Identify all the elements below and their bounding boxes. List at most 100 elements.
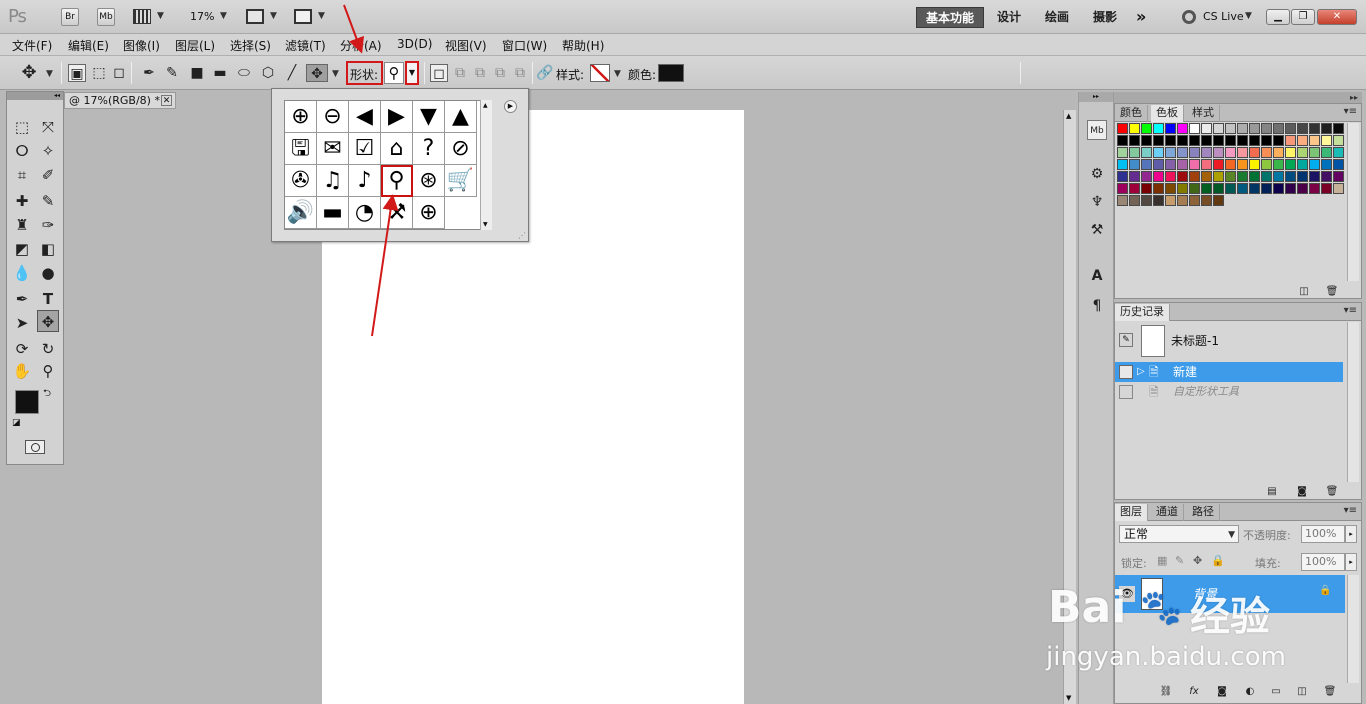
history-scrollbar[interactable] — [1347, 322, 1359, 482]
color-swatch-cell[interactable] — [1189, 147, 1200, 158]
color-swatch-cell[interactable] — [1333, 123, 1344, 134]
color-swatch-cell[interactable] — [1165, 195, 1176, 206]
color-swatch-cell[interactable] — [1153, 123, 1164, 134]
color-swatch-cell[interactable] — [1153, 195, 1164, 206]
color-swatch-cell[interactable] — [1249, 159, 1260, 170]
color-swatch-cell[interactable] — [1273, 147, 1284, 158]
color-swatch-cell[interactable] — [1249, 171, 1260, 182]
color-swatch-cell[interactable] — [1237, 159, 1248, 170]
color-swatch-cell[interactable] — [1177, 183, 1188, 194]
color-swatch-cell[interactable] — [1153, 135, 1164, 146]
history-item-custom-shape[interactable]: 🗎 自定形状工具 — [1115, 382, 1343, 402]
color-swatch-cell[interactable] — [1309, 171, 1320, 182]
color-swatch-cell[interactable] — [1297, 123, 1308, 134]
color-swatch-cell[interactable] — [1213, 183, 1224, 194]
character-panel-icon[interactable]: A — [1087, 266, 1107, 286]
color-swatch-cell[interactable] — [1333, 159, 1344, 170]
color-swatch-cell[interactable] — [1321, 159, 1332, 170]
color-swatch-cell[interactable] — [1261, 135, 1272, 146]
color-swatch-cell[interactable] — [1141, 183, 1152, 194]
color-swatch-cell[interactable] — [1117, 147, 1128, 158]
color-swatch-cell[interactable] — [1141, 195, 1152, 206]
color-swatch-cell[interactable] — [1201, 123, 1212, 134]
history-snapshot-row[interactable]: ✎ 未标题-1 — [1115, 325, 1343, 359]
color-swatch-cell[interactable] — [1273, 171, 1284, 182]
color-swatch-cell[interactable] — [1165, 147, 1176, 158]
color-swatch-cell[interactable] — [1273, 183, 1284, 194]
color-swatch-cell[interactable] — [1117, 135, 1128, 146]
color-swatch-cell[interactable] — [1177, 123, 1188, 134]
color-swatch-cell[interactable] — [1321, 147, 1332, 158]
color-swatch-cell[interactable] — [1189, 135, 1200, 146]
color-swatch-cell[interactable] — [1201, 171, 1212, 182]
color-swatch-cell[interactable] — [1189, 159, 1200, 170]
color-swatch-cell[interactable] — [1261, 171, 1272, 182]
color-swatch-cell[interactable] — [1153, 171, 1164, 182]
color-swatch-cell[interactable] — [1261, 159, 1272, 170]
delete-swatch-icon[interactable]: 🗑 — [1325, 285, 1339, 299]
tab-paths[interactable]: 路径 — [1187, 504, 1220, 521]
history-item-new[interactable]: ▷ 🗎 新建 — [1115, 362, 1343, 382]
color-swatch-cell[interactable] — [1309, 123, 1320, 134]
color-swatch-cell[interactable] — [1333, 135, 1344, 146]
color-swatch-cell[interactable] — [1129, 147, 1140, 158]
color-swatch-cell[interactable] — [1249, 135, 1260, 146]
color-swatch-cell[interactable] — [1333, 183, 1344, 194]
tool-presets-icon[interactable]: ⚒ — [1087, 220, 1107, 240]
color-swatch-cell[interactable] — [1189, 183, 1200, 194]
color-swatch-cell[interactable] — [1141, 147, 1152, 158]
color-swatch-cell[interactable] — [1225, 123, 1236, 134]
color-swatch-cell[interactable] — [1165, 135, 1176, 146]
tab-swatches[interactable]: 色板 — [1151, 105, 1184, 122]
color-swatch-cell[interactable] — [1213, 159, 1224, 170]
color-swatch-cell[interactable] — [1249, 147, 1260, 158]
color-swatch-cell[interactable] — [1321, 135, 1332, 146]
color-swatch-cell[interactable] — [1141, 135, 1152, 146]
color-swatch-cell[interactable] — [1249, 183, 1260, 194]
color-swatch-cell[interactable] — [1225, 171, 1236, 182]
snapshot-brush-icon[interactable]: ✎ — [1119, 333, 1133, 347]
color-swatch-cell[interactable] — [1153, 159, 1164, 170]
color-swatch-cell[interactable] — [1261, 183, 1272, 194]
panel-menu-icon[interactable]: ▾≡ — [1344, 305, 1357, 316]
tab-channels[interactable]: 通道 — [1151, 504, 1184, 521]
new-swatch-icon[interactable]: ◫ — [1297, 285, 1311, 299]
tab-styles[interactable]: 样式 — [1187, 105, 1220, 122]
color-swatch-cell[interactable] — [1237, 183, 1248, 194]
color-swatch-cell[interactable] — [1237, 147, 1248, 158]
fill-slider-icon[interactable]: ▸ — [1345, 553, 1357, 571]
color-swatch-cell[interactable] — [1297, 135, 1308, 146]
color-swatch-cell[interactable] — [1141, 171, 1152, 182]
color-swatch-cell[interactable] — [1321, 123, 1332, 134]
color-swatch-cell[interactable] — [1225, 135, 1236, 146]
new-document-from-state-icon[interactable]: ▤ — [1265, 485, 1279, 499]
color-swatch-cell[interactable] — [1165, 159, 1176, 170]
color-swatch-cell[interactable] — [1237, 123, 1248, 134]
color-swatch-cell[interactable] — [1201, 195, 1212, 206]
color-swatch-cell[interactable] — [1189, 195, 1200, 206]
color-swatch-cell[interactable] — [1117, 159, 1128, 170]
lock-all-icon[interactable]: 🔒 — [1211, 554, 1225, 567]
color-swatch-cell[interactable] — [1117, 171, 1128, 182]
color-swatch-cell[interactable] — [1285, 171, 1296, 182]
panels-collapse-bar[interactable]: ▸▸ — [1114, 92, 1362, 103]
tab-history[interactable]: 历史记录 — [1115, 304, 1170, 321]
color-swatch-cell[interactable] — [1273, 135, 1284, 146]
color-swatch-cell[interactable] — [1213, 147, 1224, 158]
color-swatch-cell[interactable] — [1273, 159, 1284, 170]
color-swatch-cell[interactable] — [1117, 195, 1128, 206]
history-checkbox[interactable] — [1119, 365, 1133, 379]
color-swatch-cell[interactable] — [1177, 195, 1188, 206]
blend-mode-select[interactable]: 正常 ▼ — [1119, 525, 1239, 543]
color-swatch-cell[interactable] — [1297, 183, 1308, 194]
color-swatch-cell[interactable] — [1225, 147, 1236, 158]
color-swatch-cell[interactable] — [1261, 147, 1272, 158]
color-swatch-cell[interactable] — [1285, 159, 1296, 170]
lock-transparent-icon[interactable]: ▦ — [1157, 554, 1167, 567]
opacity-input[interactable]: 100% — [1301, 525, 1345, 543]
color-swatch-cell[interactable] — [1201, 159, 1212, 170]
tab-color[interactable]: 颜色 — [1115, 105, 1148, 122]
color-swatch-cell[interactable] — [1129, 135, 1140, 146]
fill-input[interactable]: 100% — [1301, 553, 1345, 571]
color-swatch-cell[interactable] — [1309, 159, 1320, 170]
